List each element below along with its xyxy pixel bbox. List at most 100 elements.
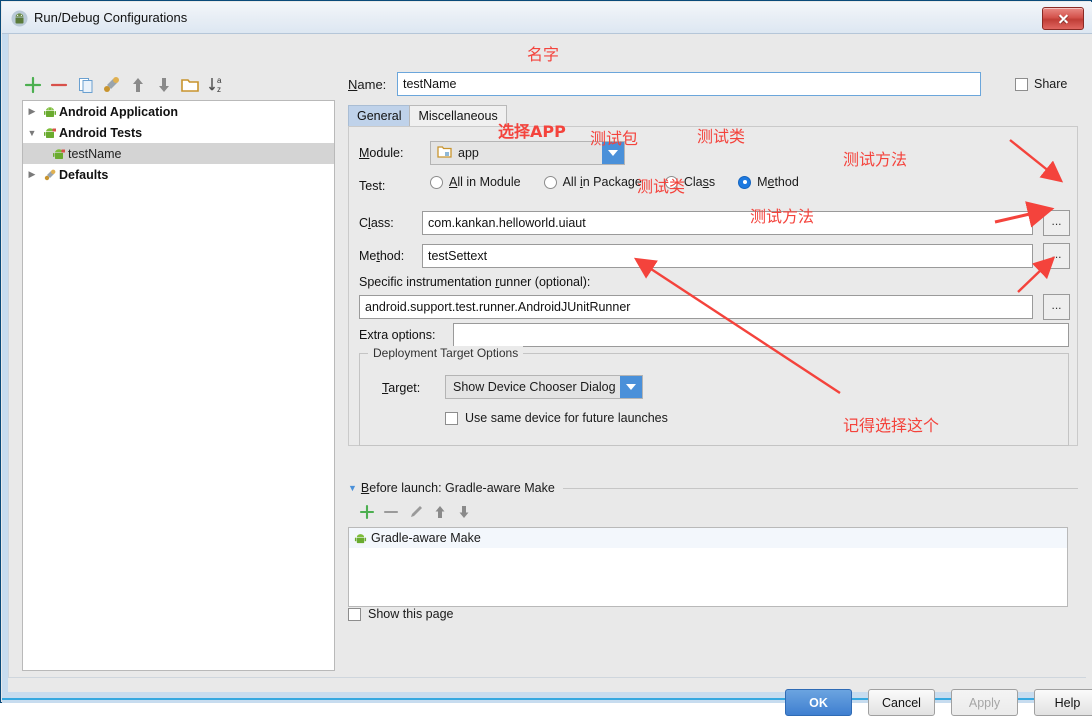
module-value: app [458,146,479,160]
name-label: Name: [348,77,387,92]
android-test-icon [41,126,59,140]
run-debug-configurations-dialog: Run/Debug Configurations a z ▶ Android A… [0,0,1092,716]
wrench-icon [41,168,59,182]
method-label: Method: [359,249,405,263]
svg-text:a: a [217,76,222,85]
chevron-down-icon[interactable] [602,142,624,164]
plus-icon[interactable] [22,74,44,96]
chevron-down-icon[interactable]: ▼ [348,483,357,493]
runner-label: Specific instrumentation runner (optiona… [359,275,591,289]
test-scope-radio-group[interactable]: All in Module All in Package Class Metho… [430,175,822,189]
extra-options-input[interactable] [453,323,1069,347]
tree-item-android-tests[interactable]: ▼ Android Tests [23,122,334,143]
tab-bar: General Miscellaneous [348,105,507,127]
tree-item-label: Defaults [59,167,109,182]
runner-input[interactable] [359,295,1033,319]
share-checkbox-group[interactable]: Share [1015,77,1067,91]
tab-general[interactable]: General [348,105,411,127]
before-launch-header[interactable]: ▼ BBefore launch: Gradle-aware Makeefore… [348,481,1078,495]
radio-circle-icon[interactable] [664,175,678,189]
method-browse-button[interactable]: ... [1043,243,1070,269]
title-bar: Run/Debug Configurations [2,2,1092,34]
list-item[interactable]: Gradle-aware Make [349,528,1067,548]
minus-icon[interactable] [380,501,402,523]
tree-item-label: Android Application [59,104,178,119]
before-launch-title: BBefore launch: Gradle-aware Makeefore l… [360,481,555,495]
runner-browse-button[interactable]: ... [1043,294,1070,320]
module-select[interactable]: app [430,141,625,165]
same-device-checkbox-group[interactable]: Use same device for future launches [445,411,668,425]
android-icon [11,10,28,27]
module-label: Module: [359,146,404,160]
radio-label: All in Module [449,175,521,189]
arrow-down-icon[interactable] [153,74,175,96]
radio-circle-selected-icon[interactable] [738,175,752,189]
copy-icon[interactable] [75,74,97,96]
chevron-down-icon[interactable] [620,376,642,398]
tree-item-android-application[interactable]: ▶ Android Application [23,101,334,122]
class-input[interactable] [422,211,1033,235]
share-label: Share [1034,77,1068,91]
close-icon[interactable] [1042,7,1084,30]
android-test-icon [50,147,68,161]
tree-item-label: testName [68,146,122,161]
target-select[interactable]: Show Device Chooser Dialog [445,375,643,399]
target-label: Target: [382,381,421,395]
wrench-icon[interactable] [101,74,123,96]
before-launch-section: ▼ BBefore launch: Gradle-aware Makeefore… [348,481,1078,607]
deployment-group-title: Deployment Target Options [368,346,524,360]
chevron-right-icon[interactable]: ▶ [23,106,41,117]
chevron-right-icon[interactable]: ▶ [23,169,41,180]
show-this-page-checkbox[interactable] [348,607,361,621]
window-title: Run/Debug Configurations [34,10,188,25]
tree-item-testname[interactable]: testName [23,143,334,164]
radio-label: All in Package [562,175,642,189]
deployment-target-options-group: Deployment Target Options Target: Show D… [359,346,1069,446]
tree-item-label: Android Tests [59,125,143,140]
before-launch-toolbar [348,501,1078,527]
sort-az-icon[interactable]: a z [206,74,228,96]
configuration-form: Name: Share General Miscellaneous Module… [346,34,1086,678]
android-icon [354,532,371,545]
share-checkbox[interactable] [1015,77,1028,91]
radio-label: Class [683,175,716,189]
configurations-tree[interactable]: ▶ Android Application ▼ Android Tests te… [22,100,335,671]
radio-all-in-package[interactable]: All in Package [543,175,642,189]
folder-icon [437,145,452,161]
tree-toolbar: a z [22,74,302,98]
android-icon [41,105,59,119]
dialog-body: a z ▶ Android Application ▼ Android Test… [2,34,1092,716]
radio-method[interactable]: Method [738,175,799,189]
class-browse-button[interactable]: ... [1043,210,1070,236]
same-device-checkbox[interactable] [445,411,458,425]
extra-options-label: Extra options: [359,328,436,342]
target-value: Show Device Chooser Dialog [453,380,616,394]
before-launch-list[interactable]: Gradle-aware Make [348,527,1068,607]
arrow-up-icon[interactable] [127,74,149,96]
radio-label: Method [757,175,799,189]
plus-icon[interactable] [356,501,378,523]
svg-text:z: z [217,85,221,94]
method-input[interactable] [422,244,1033,268]
list-item-label: Gradle-aware Make [371,531,481,545]
arrow-down-icon[interactable] [453,501,475,523]
tree-item-defaults[interactable]: ▶ Defaults [23,164,334,185]
same-device-label: Use same device for future launches [465,411,668,425]
general-tab-panel: Module: app Test: All in Module All in P… [348,126,1078,446]
radio-circle-icon[interactable] [543,175,557,189]
pencil-icon[interactable] [405,501,427,523]
chevron-down-icon[interactable]: ▼ [23,128,41,138]
folder-icon[interactable] [179,74,201,96]
show-this-page-checkbox-group[interactable]: Show this page [348,607,453,621]
divider [562,487,1078,489]
minus-icon[interactable] [48,74,70,96]
radio-circle-icon[interactable] [430,175,443,189]
radio-all-in-module[interactable]: All in Module [430,175,521,189]
radio-class[interactable]: Class [664,175,716,189]
name-input[interactable] [397,72,981,96]
test-label: Test: [359,179,386,193]
arrow-up-icon[interactable] [429,501,451,523]
show-this-page-label: Show this page [368,607,454,621]
class-label: Class: [359,216,394,230]
tab-miscellaneous[interactable]: Miscellaneous [409,105,507,127]
